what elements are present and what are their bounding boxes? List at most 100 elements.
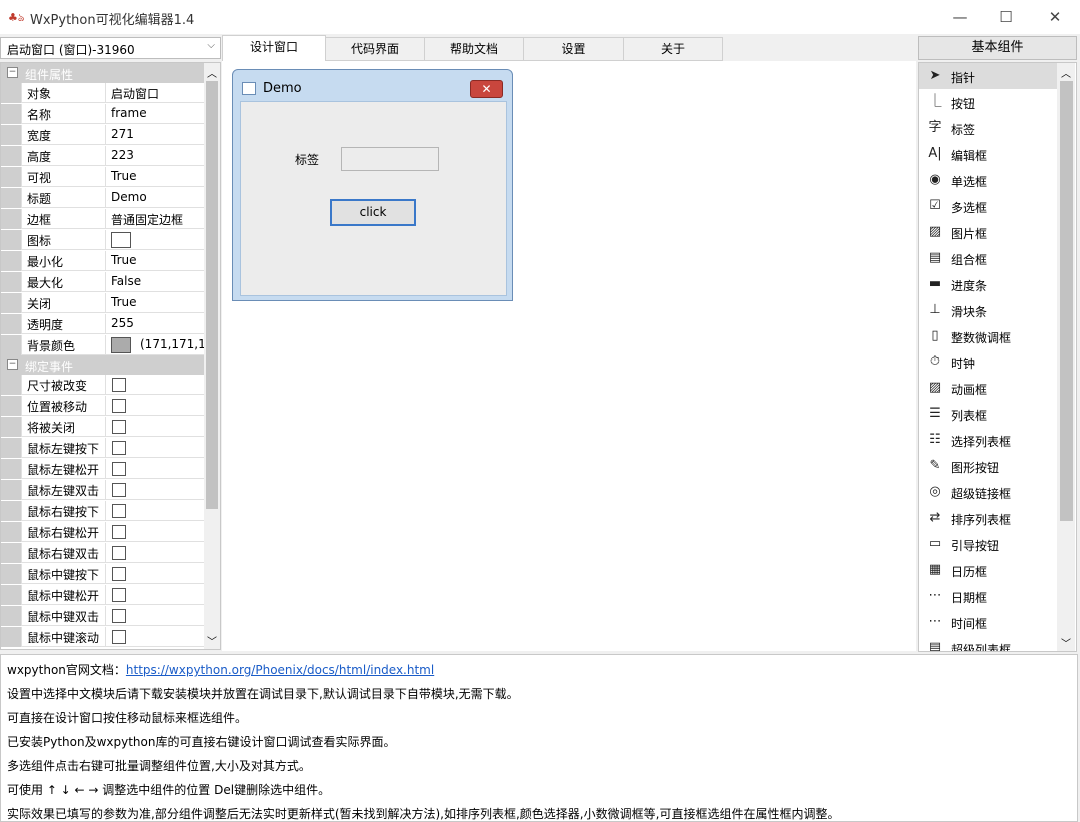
- property-value[interactable]: Demo: [111, 190, 147, 204]
- property-value-cell[interactable]: 223: [105, 146, 205, 165]
- event-value-cell[interactable]: [105, 627, 205, 646]
- component-item[interactable]: ▤ 组合框: [919, 245, 1057, 271]
- minimize-button[interactable]: —: [937, 0, 983, 34]
- property-row[interactable]: 可视 True: [1, 167, 204, 187]
- component-item[interactable]: ▦ 日历框: [919, 557, 1057, 583]
- property-value-cell[interactable]: frame: [105, 104, 205, 123]
- basic-components-header[interactable]: 基本组件: [918, 36, 1077, 60]
- property-value-cell[interactable]: Demo: [105, 188, 205, 207]
- tab-help[interactable]: 帮助文档: [424, 37, 524, 61]
- event-value-cell[interactable]: [105, 522, 205, 541]
- property-value[interactable]: 271: [111, 127, 134, 141]
- event-row[interactable]: 鼠标右键双击: [1, 543, 204, 563]
- collapse-icon[interactable]: −: [7, 67, 18, 78]
- property-row[interactable]: 高度 223: [1, 146, 204, 166]
- component-item[interactable]: ⊥ 滑块条: [919, 297, 1057, 323]
- maximize-button[interactable]: ☐: [983, 0, 1029, 34]
- close-button[interactable]: ✕: [1032, 0, 1078, 34]
- event-checkbox[interactable]: [112, 378, 126, 392]
- property-value-cell[interactable]: 普通固定边框: [105, 209, 205, 228]
- component-item[interactable]: ▬ 进度条: [919, 271, 1057, 297]
- color-swatch[interactable]: [111, 337, 131, 353]
- event-row[interactable]: 鼠标中键按下: [1, 564, 204, 584]
- tab-about[interactable]: 关于: [623, 37, 723, 61]
- event-value-cell[interactable]: [105, 501, 205, 520]
- event-checkbox[interactable]: [112, 567, 126, 581]
- component-item[interactable]: ⏱ 时钟: [919, 349, 1057, 375]
- event-row[interactable]: 鼠标右键松开: [1, 522, 204, 542]
- component-item[interactable]: ▨ 图片框: [919, 219, 1057, 245]
- property-row[interactable]: 名称 frame: [1, 104, 204, 124]
- property-value-cell[interactable]: False: [105, 272, 205, 291]
- event-checkbox[interactable]: [112, 420, 126, 434]
- demo-text-input[interactable]: [341, 147, 439, 171]
- property-row[interactable]: 边框 普通固定边框: [1, 209, 204, 229]
- event-value-cell[interactable]: [105, 459, 205, 478]
- property-row[interactable]: 图标: [1, 230, 204, 250]
- component-item[interactable]: ▯ 整数微调框: [919, 323, 1057, 349]
- event-checkbox[interactable]: [112, 630, 126, 644]
- property-row[interactable]: 对象 启动窗口: [1, 83, 204, 103]
- event-value-cell[interactable]: [105, 375, 205, 394]
- property-value[interactable]: False: [111, 274, 141, 288]
- event-row[interactable]: 位置被移动: [1, 396, 204, 416]
- property-row[interactable]: 关闭 True: [1, 293, 204, 313]
- category-properties[interactable]: − 组件属性: [1, 63, 204, 83]
- event-checkbox[interactable]: [112, 399, 126, 413]
- property-value-cell[interactable]: 271: [105, 125, 205, 144]
- demo-close-icon[interactable]: ✕: [470, 80, 503, 98]
- component-item[interactable]: 字标签: [919, 115, 1057, 141]
- property-value-cell[interactable]: 255: [105, 314, 205, 333]
- property-value-cell[interactable]: True: [105, 167, 205, 186]
- component-item[interactable]: ⋯ 日期框: [919, 583, 1057, 609]
- demo-label[interactable]: 标签: [295, 151, 319, 168]
- chevron-up-icon[interactable]: ︿: [207, 65, 217, 80]
- property-row[interactable]: 透明度 255: [1, 314, 204, 334]
- component-item[interactable]: ⋯ 时间框: [919, 609, 1057, 635]
- palette-scroll-thumb[interactable]: [1060, 81, 1073, 521]
- property-scroll-thumb[interactable]: [206, 81, 218, 509]
- icon-picker-box[interactable]: [111, 232, 131, 248]
- property-value[interactable]: 普通固定边框: [111, 211, 183, 228]
- event-value-cell[interactable]: [105, 585, 205, 604]
- property-value[interactable]: 启动窗口: [111, 85, 159, 102]
- event-checkbox[interactable]: [112, 462, 126, 476]
- demo-click-button[interactable]: click: [330, 199, 416, 226]
- tab-settings[interactable]: 设置: [523, 37, 624, 61]
- event-value-cell[interactable]: [105, 417, 205, 436]
- event-checkbox[interactable]: [112, 504, 126, 518]
- property-row[interactable]: 标题 Demo: [1, 188, 204, 208]
- chevron-up-icon[interactable]: ︿: [1061, 65, 1071, 80]
- property-value[interactable]: True: [111, 253, 137, 267]
- property-value[interactable]: True: [111, 295, 137, 309]
- event-value-cell[interactable]: [105, 480, 205, 499]
- property-row[interactable]: 宽度 271: [1, 125, 204, 145]
- property-value-cell[interactable]: 启动窗口: [105, 83, 205, 102]
- component-item[interactable]: ✎ 图形按钮: [919, 453, 1057, 479]
- component-item[interactable]: ◉ 单选框: [919, 167, 1057, 193]
- event-checkbox[interactable]: [112, 483, 126, 497]
- event-value-cell[interactable]: [105, 606, 205, 625]
- event-checkbox[interactable]: [112, 588, 126, 602]
- tab-design[interactable]: 设计窗口: [222, 35, 326, 61]
- event-checkbox[interactable]: [112, 441, 126, 455]
- event-row[interactable]: 鼠标左键按下: [1, 438, 204, 458]
- event-value-cell[interactable]: [105, 396, 205, 415]
- event-row[interactable]: 鼠标中键松开: [1, 585, 204, 605]
- component-select[interactable]: 启动窗口 (窗口)-31960 ⌵: [0, 37, 221, 59]
- event-row[interactable]: 尺寸被改变: [1, 375, 204, 395]
- property-row[interactable]: 最大化 False: [1, 272, 204, 292]
- event-row[interactable]: 鼠标右键按下: [1, 501, 204, 521]
- doc-link[interactable]: https://wxpython.org/Phoenix/docs/html/i…: [126, 663, 434, 677]
- component-item[interactable]: ◎ 超级链接框: [919, 479, 1057, 505]
- event-checkbox[interactable]: [112, 609, 126, 623]
- component-item[interactable]: ▭ 引导按钮: [919, 531, 1057, 557]
- event-row[interactable]: 将被关闭: [1, 417, 204, 437]
- component-item[interactable]: A| 编辑框: [919, 141, 1057, 167]
- property-row[interactable]: 背景颜色 (171,171,1: [1, 335, 206, 355]
- property-value[interactable]: 255: [111, 316, 134, 330]
- event-value-cell[interactable]: [105, 564, 205, 583]
- event-row[interactable]: 鼠标中键滚动: [1, 627, 204, 647]
- event-row[interactable]: 鼠标左键双击: [1, 480, 204, 500]
- component-item[interactable]: ⇄ 排序列表框: [919, 505, 1057, 531]
